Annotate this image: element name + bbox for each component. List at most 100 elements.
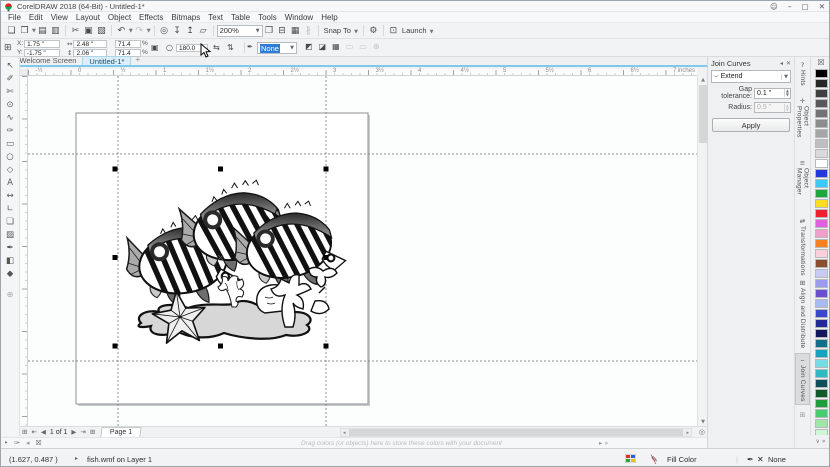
mirror-vertical-icon[interactable]: ⇅ xyxy=(227,43,234,52)
menu-file[interactable]: File xyxy=(4,13,25,22)
smart-fill-tool-icon[interactable]: ◆ xyxy=(2,267,19,280)
color-swatch-25[interactable] xyxy=(815,319,828,328)
snap-to-button[interactable]: Snap To ▼ xyxy=(322,26,360,35)
color-swatch-22[interactable] xyxy=(815,289,828,298)
pan-zoom-icon[interactable]: ◎ xyxy=(699,428,705,436)
docker-collapse-icon[interactable]: ◂ xyxy=(780,60,783,67)
zoom-tool-icon[interactable]: ⊙ xyxy=(2,98,19,111)
docpalette-scroll-left-icon[interactable]: ◂ xyxy=(23,439,33,447)
horizontal-scroll-thumb[interactable] xyxy=(349,429,684,436)
color-swatch-18[interactable] xyxy=(815,249,828,258)
add-page-icon-2[interactable]: ⊞ xyxy=(88,428,97,436)
outline-width-combo[interactable]: None ▼ xyxy=(257,42,297,54)
docker-tab-hints[interactable]: ?Hints xyxy=(795,59,810,95)
vertical-scrollbar[interactable]: ▲ ▼ xyxy=(697,76,707,426)
vertical-scroll-thumb[interactable] xyxy=(699,85,707,143)
zoom-level-combo[interactable]: 200% ▼ xyxy=(217,25,263,37)
docker-close-icon[interactable]: ✕ xyxy=(786,60,791,67)
color-swatch-23[interactable] xyxy=(815,299,828,308)
show-guidelines-icon[interactable]: ∦ xyxy=(302,24,315,37)
docpalette-right-icons[interactable]: ▸ » xyxy=(599,439,608,447)
color-swatch-7[interactable] xyxy=(815,139,828,148)
propbar-extra-icon-2[interactable]: ▦ xyxy=(332,42,340,51)
color-swatch-9[interactable] xyxy=(815,159,828,168)
freehand-tool-icon[interactable]: ∿ xyxy=(2,111,19,124)
object-origin-icon[interactable]: ⊞ xyxy=(4,43,12,53)
new-tab-button[interactable]: + xyxy=(135,56,140,64)
import-icon[interactable]: ↧ xyxy=(171,24,184,37)
add-page-icon[interactable]: ⊞ xyxy=(20,428,29,436)
color-swatch-24[interactable] xyxy=(815,309,828,318)
crop-tool-icon[interactable]: ✄ xyxy=(2,85,19,98)
artistic-media-tool-icon[interactable]: ✑ xyxy=(2,124,19,137)
fill-color-icon[interactable]: ✎╲ xyxy=(651,455,658,464)
shape-tool-icon[interactable]: ✐ xyxy=(2,72,19,85)
add-docker-icon[interactable]: ⊞ xyxy=(800,411,806,419)
docker-tab-join-curves[interactable]: ⌣Join Curves xyxy=(795,353,810,405)
open-icon[interactable]: ❐ xyxy=(18,24,31,37)
object-width-field[interactable]: 2.48 " xyxy=(73,40,107,48)
color-swatch-14[interactable] xyxy=(815,209,828,218)
color-swatch-3[interactable] xyxy=(815,99,828,108)
menu-object[interactable]: Object xyxy=(104,13,135,22)
new-document-icon[interactable]: ❏ xyxy=(5,24,18,37)
color-swatch-2[interactable] xyxy=(815,89,828,98)
join-mode-combo[interactable]: ⌣ Extend ▼ xyxy=(711,70,791,83)
horizontal-scrollbar[interactable]: ◂ ▸ xyxy=(340,428,692,437)
next-page-icon[interactable]: ▶ xyxy=(69,428,78,436)
docpalette-none-swatch[interactable]: ☒ xyxy=(33,439,45,447)
dimension-tool-icon[interactable]: ↔ xyxy=(2,189,19,202)
vertical-ruler[interactable] xyxy=(20,76,28,426)
menu-window[interactable]: Window xyxy=(281,13,317,22)
print-icon[interactable]: ▥ xyxy=(49,24,62,37)
color-swatch-33[interactable] xyxy=(815,399,828,408)
menu-edit[interactable]: Edit xyxy=(25,13,47,22)
propbar-extra-icon-1[interactable]: ◪ xyxy=(319,42,327,51)
connector-tool-icon[interactable]: ∟ xyxy=(2,202,19,215)
color-swatch-15[interactable] xyxy=(815,219,828,228)
drop-shadow-tool-icon[interactable]: ❏ xyxy=(2,215,19,228)
color-swatch-21[interactable] xyxy=(815,279,828,288)
drawing-canvas[interactable] xyxy=(28,76,697,426)
color-swatch-11[interactable] xyxy=(815,179,828,188)
status-flyout-icon[interactable]: ▸ xyxy=(75,455,78,462)
fullscreen-preview-icon[interactable]: ❒ xyxy=(263,24,276,37)
tab-welcome-screen[interactable]: Welcome Screen xyxy=(13,56,82,65)
color-swatch-28[interactable] xyxy=(815,349,828,358)
menu-bitmaps[interactable]: Bitmaps xyxy=(167,13,204,22)
ruler-origin[interactable] xyxy=(20,69,28,76)
x-position-field[interactable]: 1.75 " xyxy=(24,40,60,48)
undo-icon[interactable]: ↶ xyxy=(115,24,128,37)
color-swatch-19[interactable] xyxy=(815,259,828,268)
search-content-icon[interactable]: ◎ xyxy=(158,24,171,37)
cut-icon[interactable]: ✂ xyxy=(69,24,82,37)
palette-scroll-down-icon[interactable]: ∨ xyxy=(815,438,819,445)
color-swatch-32[interactable] xyxy=(815,389,828,398)
maximize-button[interactable]: ▢ xyxy=(802,1,809,12)
text-tool-icon[interactable]: A xyxy=(2,176,19,189)
color-swatch-0[interactable] xyxy=(815,69,828,78)
docker-tab-object-manager[interactable]: ≡Object Manager xyxy=(795,157,810,215)
color-swatch-4[interactable] xyxy=(815,109,828,118)
menu-help[interactable]: Help xyxy=(317,13,341,22)
color-swatch-12[interactable] xyxy=(815,189,828,198)
docpalette-eyedropper-icon[interactable]: ✑ xyxy=(11,439,23,447)
color-swatch-5[interactable] xyxy=(815,119,828,128)
color-swatch-29[interactable] xyxy=(815,359,828,368)
export-icon[interactable]: ↥ xyxy=(184,24,197,37)
tab-untitled-1[interactable]: Untitled-1* xyxy=(82,56,131,65)
hscroll-left-icon[interactable]: ◂ xyxy=(341,430,348,436)
menu-tools[interactable]: Tools xyxy=(254,13,281,22)
horizontal-ruler[interactable]: inches -½0½11½22½33½44½55½66½7 xyxy=(28,69,697,76)
propbar-extra-icon-0[interactable]: ◩ xyxy=(305,42,313,51)
page-1-tab[interactable]: Page 1 xyxy=(101,427,143,437)
launch-button[interactable]: Launch ▼ xyxy=(400,26,436,35)
paste-icon[interactable]: ▧ xyxy=(95,24,108,37)
no-color-swatch[interactable]: ☒ xyxy=(817,58,824,68)
chevron-down-icon[interactable]: ▼ xyxy=(147,28,151,34)
menu-view[interactable]: View xyxy=(47,13,72,22)
chevron-down-icon[interactable]: ▼ xyxy=(253,28,260,34)
save-icon[interactable]: ▤ xyxy=(36,24,49,37)
color-swatch-35[interactable] xyxy=(815,419,828,428)
apply-button[interactable]: Apply xyxy=(712,118,790,132)
